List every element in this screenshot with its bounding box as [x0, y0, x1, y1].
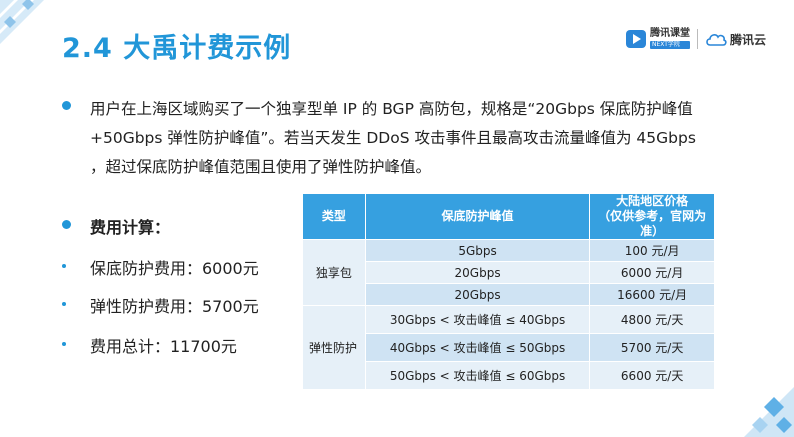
peak-cell: 50Gbps < 攻击峰值 ≤ 60Gbps: [364, 361, 591, 390]
sub-bullet-dot: [62, 302, 66, 306]
peak-cell: 30Gbps < 攻击峰值 ≤ 40Gbps: [364, 305, 591, 334]
bullet-dot: [62, 220, 71, 229]
header-type: 类型: [302, 193, 366, 240]
header-peak: 保底防护峰值: [364, 193, 591, 240]
type-cell: 弹性防护: [302, 305, 366, 390]
page-title: 2.4 大禹计费示例: [62, 33, 292, 64]
cost-item: 弹性防护费用：5700元: [90, 297, 259, 316]
cost-item: 保底防护费用：6000元: [90, 259, 259, 278]
peak-cell: 20Gbps: [364, 283, 591, 306]
sub-bullet-dot: [62, 342, 66, 346]
corner-decoration-bottom-right: [744, 387, 794, 437]
tencent-cloud-logo: 腾讯云: [705, 31, 766, 48]
peak-cell: 20Gbps: [364, 261, 591, 284]
price-cell: 6000 元/月: [589, 261, 715, 284]
peak-cell: 5Gbps: [364, 239, 591, 262]
pricing-table: 类型 保底防护峰值 大陆地区价格 （仅供参考，官网为准） 独享包 5Gbps 1…: [302, 193, 715, 390]
header-price-note: （仅供参考，官网为准）: [598, 209, 707, 238]
brand-logos: 腾讯课堂 NEXT学院 腾讯云: [625, 25, 766, 53]
price-cell: 16600 元/月: [589, 283, 715, 306]
table-row: 独享包 5Gbps 100 元/月: [302, 239, 715, 306]
cost-item: 费用总计：11700元: [90, 337, 237, 356]
price-cell: 4800 元/天: [589, 305, 715, 334]
play-icon: [625, 30, 646, 48]
price-cell: 6600 元/天: [589, 361, 715, 390]
intro-line: +50Gbps 弹性防护峰值”。若当天发生 DDoS 攻击事件且最高攻击流量峰值…: [90, 129, 696, 147]
intro-line: 用户在上海区域购买了一个独享型单 IP 的 BGP 高防包，规格是“20Gbps…: [90, 100, 693, 118]
intro-paragraph: 用户在上海区域购买了一个独享型单 IP 的 BGP 高防包，规格是“20Gbps…: [90, 95, 770, 182]
bullet-dot: [62, 101, 71, 110]
tencent-classroom-logo: 腾讯课堂 NEXT学院: [625, 28, 690, 49]
logo-divider: [696, 29, 698, 49]
table-header-row: 类型 保底防护峰值 大陆地区价格 （仅供参考，官网为准）: [302, 193, 715, 240]
header-price: 大陆地区价格 （仅供参考，官网为准）: [589, 193, 715, 240]
price-cell: 100 元/月: [589, 239, 715, 262]
peak-cell: 40Gbps < 攻击峰值 ≤ 50Gbps: [364, 333, 591, 362]
intro-line: ，超过保底防护峰值范围且使用了弹性防护峰值。: [90, 158, 432, 176]
type-cell: 独享包: [302, 239, 366, 306]
table-row: 弹性防护 30Gbps < 攻击峰值 ≤ 40Gbps 4800 元/天: [302, 305, 715, 390]
classroom-logo-text: 腾讯课堂: [649, 28, 690, 39]
cost-heading: 费用计算：: [90, 218, 171, 237]
cloud-logo-text: 腾讯云: [729, 32, 766, 47]
cloud-icon: [706, 34, 727, 46]
next-academy-text: NEXT学院: [649, 41, 690, 49]
price-cell: 5700 元/天: [589, 333, 715, 362]
corner-decoration-top-left: [0, 0, 44, 44]
header-price-line: 大陆地区价格: [616, 194, 689, 208]
sub-bullet-dot: [62, 264, 66, 268]
